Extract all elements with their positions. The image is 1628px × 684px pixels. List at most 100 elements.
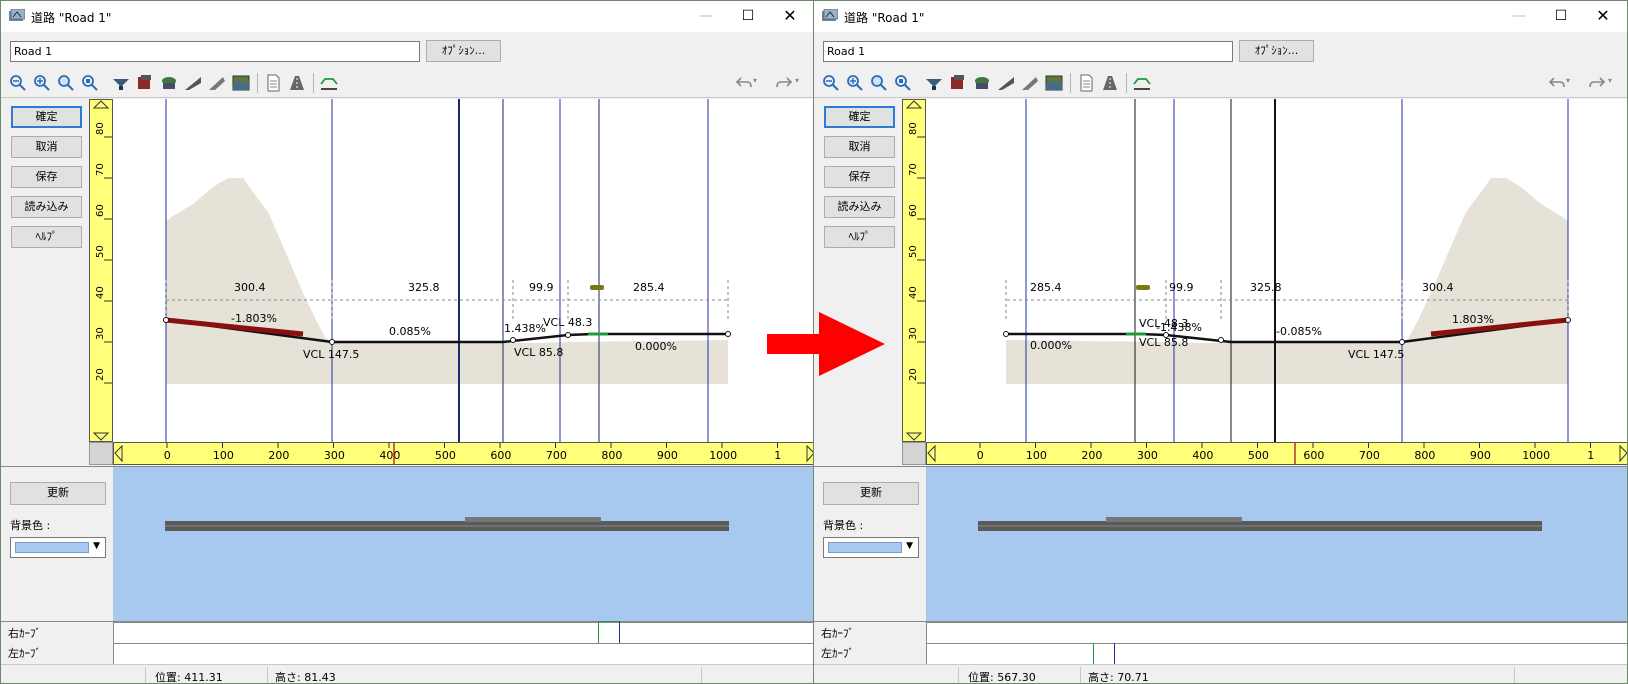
curve-marker[interactable] (598, 621, 620, 643)
command-panel: 確定 取消 保存 読み込み ﾍﾙﾌﾟ (1, 99, 89, 465)
profile-plot[interactable]: 285.4 99.9 325.8 300.4 0.000% -1.438% -0.085% 1… (926, 99, 1627, 442)
road-curve-icon[interactable] (111, 73, 131, 93)
zoom-extents-icon[interactable] (893, 73, 913, 93)
x-tick-label: 600 (490, 449, 511, 462)
y-tick-label: 30 (908, 327, 919, 340)
vcl-label: VCL 147.5 (303, 348, 359, 361)
redo-icon[interactable] (774, 73, 794, 93)
segment-length-label: 285.4 (1030, 281, 1062, 294)
road-section-icon[interactable] (135, 73, 155, 93)
road-view-icon[interactable] (287, 73, 307, 93)
status-position: 位置: 411.31 (155, 671, 223, 684)
vcl-label: VCL 85.8 (1139, 336, 1188, 349)
ruler-corner (89, 442, 113, 465)
undo-dropdown-icon[interactable]: ▾ (753, 76, 757, 85)
y-ticks: 20 30 40 50 60 70 80 (908, 122, 925, 384)
road-view-icon[interactable] (1100, 73, 1120, 93)
bank-icon[interactable] (1020, 73, 1040, 93)
redo-dropdown-icon[interactable]: ▾ (1608, 76, 1612, 85)
road-hump (465, 517, 601, 522)
document-icon[interactable] (1076, 73, 1096, 93)
close-icon[interactable]: ✕ (772, 5, 808, 27)
terrain-icon[interactable] (159, 73, 179, 93)
landscape-icon[interactable] (231, 73, 251, 93)
curve-marker[interactable] (1093, 643, 1115, 665)
y-tick-label: 40 (908, 286, 919, 299)
confirm-button[interactable]: 確定 (824, 106, 895, 128)
maximize-icon[interactable]: ☐ (730, 5, 766, 27)
horizontal-ruler[interactable]: 0 100 200 300 400 500 600 700 800 900 1000 1 (926, 442, 1627, 465)
x-tick-label: 300 (324, 449, 345, 462)
zoom-in-icon[interactable] (845, 73, 865, 93)
right-curve-track[interactable] (926, 622, 1627, 643)
cancel-button[interactable]: 取消 (824, 136, 895, 158)
load-button[interactable]: 読み込み (824, 196, 895, 218)
profile-plot[interactable]: 300.4 325.8 99.9 285.4 -1.803% 0.085% 1.438% 0.… (113, 99, 814, 442)
maximize-icon[interactable]: ☐ (1543, 5, 1579, 27)
status-position: 位置: 567.30 (968, 671, 1036, 684)
x-tick-label: 700 (1359, 449, 1380, 462)
status-divider (1080, 667, 1081, 683)
segment-length-label: 300.4 (234, 281, 266, 294)
y-ticks: 20 30 40 50 60 70 80 (95, 122, 112, 384)
confirm-button[interactable]: 確定 (11, 106, 82, 128)
profile-line-icon[interactable] (319, 73, 339, 93)
close-icon[interactable]: ✕ (1585, 5, 1621, 27)
save-button[interactable]: 保存 (11, 166, 82, 188)
background-color-select[interactable]: ▼ (823, 537, 919, 558)
cancel-button[interactable]: 取消 (11, 136, 82, 158)
x-tick-label: 200 (268, 449, 289, 462)
undo-dropdown-icon[interactable]: ▾ (1566, 76, 1570, 85)
profile-line-icon[interactable] (1132, 73, 1152, 93)
zoom-extents-icon[interactable] (80, 73, 100, 93)
road-section-icon[interactable] (948, 73, 968, 93)
slope-icon[interactable] (183, 73, 203, 93)
undo-icon[interactable] (1547, 73, 1567, 93)
x-tick-label: 400 (1192, 449, 1213, 462)
window-title: 道路 "Road 1" (31, 11, 112, 25)
minimize-icon[interactable]: — (688, 5, 724, 27)
grade-label: 1.803% (1452, 313, 1494, 326)
save-button[interactable]: 保存 (824, 166, 895, 188)
left-curve-label: 左ｶｰﾌﾞ (8, 647, 41, 660)
zoom-window-icon[interactable] (869, 73, 889, 93)
zoom-out-icon[interactable] (821, 73, 841, 93)
update-button[interactable]: 更新 (10, 482, 106, 505)
options-button[interactable]: ｵﾌﾟｼｮﾝ... (1239, 40, 1314, 62)
ruler-left-arrow-icon (114, 444, 123, 463)
bank-icon[interactable] (207, 73, 227, 93)
redo-icon[interactable] (1587, 73, 1607, 93)
minimize-icon[interactable]: — (1501, 5, 1537, 27)
road-name-input[interactable] (823, 41, 1233, 62)
road-preview[interactable] (926, 466, 1627, 621)
document-icon[interactable] (263, 73, 283, 93)
background-color-select[interactable]: ▼ (10, 537, 106, 558)
landscape-icon[interactable] (1044, 73, 1064, 93)
options-button[interactable]: ｵﾌﾟｼｮﾝ... (426, 40, 501, 62)
road-preview[interactable] (113, 466, 814, 621)
left-curve-track[interactable] (113, 643, 814, 664)
load-button[interactable]: 読み込み (11, 196, 82, 218)
road-name-input[interactable] (10, 41, 420, 62)
profile-node (725, 331, 731, 337)
vertical-ruler[interactable]: 20 30 40 50 60 70 80 (902, 99, 926, 442)
update-button[interactable]: 更新 (823, 482, 919, 505)
help-button[interactable]: ﾍﾙﾌﾟ (11, 226, 82, 248)
x-tick-label: 900 (1470, 449, 1491, 462)
road-curve-icon[interactable] (924, 73, 944, 93)
terrain-icon[interactable] (972, 73, 992, 93)
zoom-in-icon[interactable] (32, 73, 52, 93)
redo-dropdown-icon[interactable]: ▾ (795, 76, 799, 85)
road-editor-window-left: 道路 "Road 1" — ☐ ✕ ｵﾌﾟｼｮﾝ... ▾ ▾ 確定 取消 保存… (0, 0, 815, 684)
horizontal-ruler[interactable]: 0 100 200 300 400 500 600 700 800 900 1000 1 (113, 442, 814, 465)
slope-icon[interactable] (996, 73, 1016, 93)
zoom-window-icon[interactable] (56, 73, 76, 93)
right-curve-track[interactable] (113, 621, 814, 643)
zoom-out-icon[interactable] (8, 73, 28, 93)
help-button[interactable]: ﾍﾙﾌﾟ (824, 226, 895, 248)
undo-icon[interactable] (734, 73, 754, 93)
grade-label: 1.438% (504, 322, 546, 335)
left-curve-track[interactable] (926, 643, 1627, 665)
horizontal-ruler-graphic: 0 100 200 300 400 500 600 700 800 900 1000 1 (927, 443, 1627, 464)
vertical-ruler[interactable]: 20 30 40 50 60 70 80 (89, 99, 113, 442)
